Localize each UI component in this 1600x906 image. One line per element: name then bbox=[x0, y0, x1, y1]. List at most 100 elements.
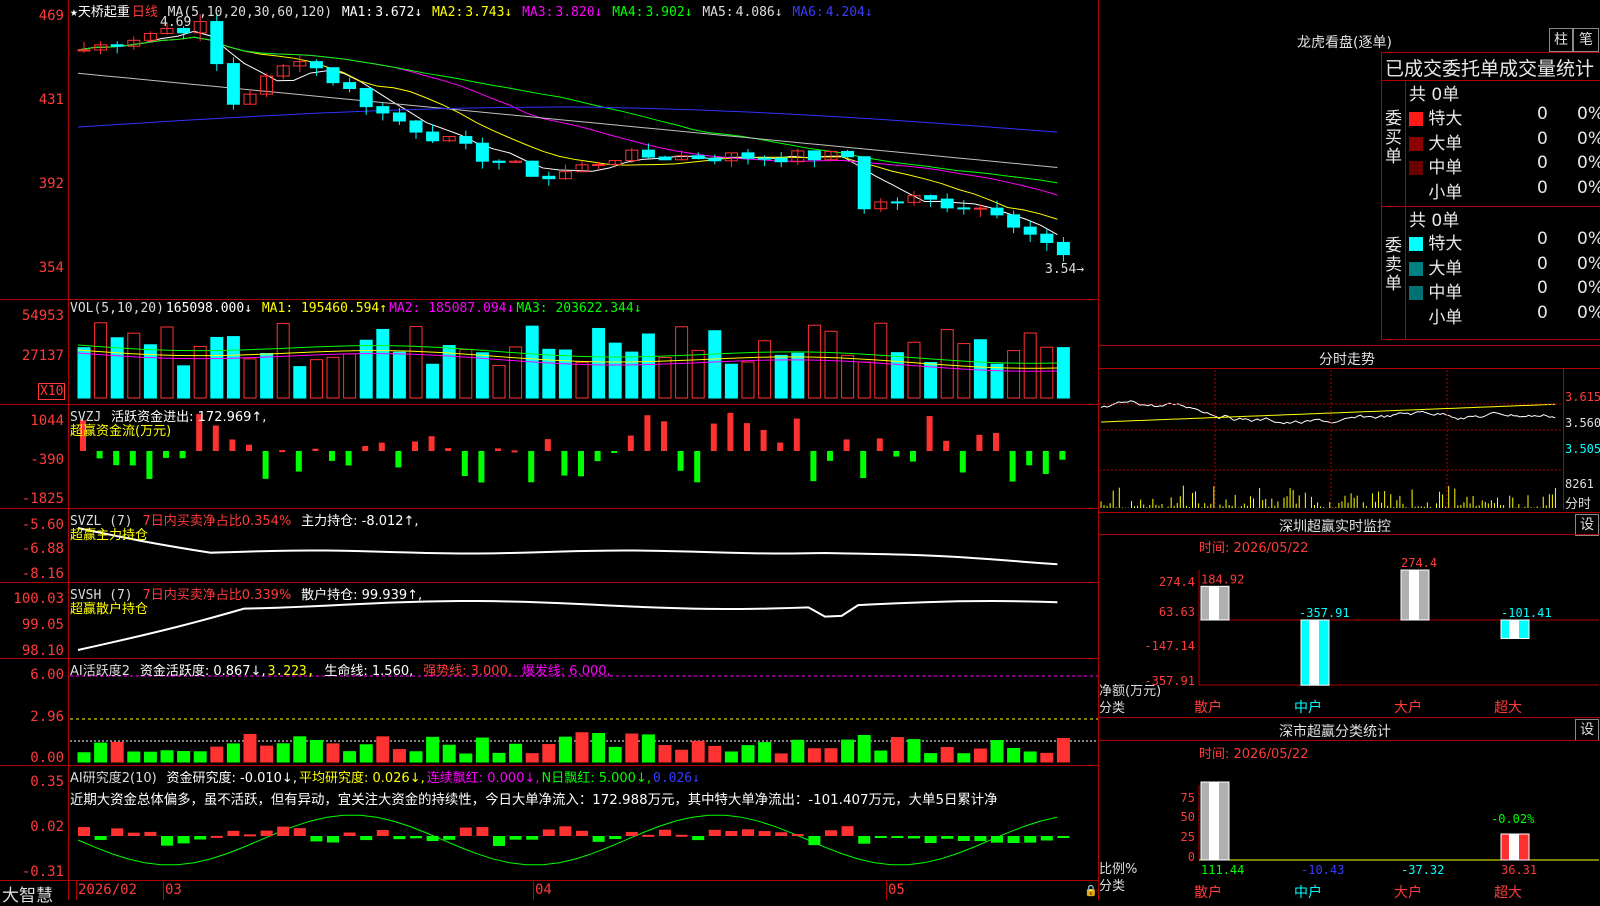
right-charts: 184.92 -357.91 274.4 -101.41 111.44 -10.43 -37… bbox=[1099, 370, 1599, 877]
activity-bar bbox=[260, 745, 274, 763]
activity-bar bbox=[376, 736, 390, 763]
fund-flow-bar bbox=[1009, 451, 1016, 482]
stock-name: ★天桥起重 bbox=[70, 5, 130, 20]
fund-flow-bar bbox=[279, 450, 286, 453]
volume-bar bbox=[592, 327, 606, 399]
research-bar bbox=[775, 832, 788, 836]
candle bbox=[741, 152, 755, 159]
volume-bar bbox=[558, 349, 572, 399]
volume-bar bbox=[143, 344, 157, 399]
candle bbox=[940, 198, 954, 209]
candle bbox=[110, 44, 124, 47]
candle bbox=[376, 106, 390, 114]
right-panel: 龙虎看盘(逐单) 柱 笔 已成交委托单成交量统计 委买单 共 0单 特大00% … bbox=[1099, 0, 1600, 901]
volume-bar bbox=[857, 361, 871, 399]
fund-flow-bar bbox=[760, 429, 767, 451]
candle bbox=[1040, 233, 1054, 243]
activity-bar bbox=[957, 753, 971, 763]
xaxis-label: 04 bbox=[535, 882, 552, 898]
candle bbox=[841, 150, 855, 158]
ytick: 100.03 bbox=[13, 591, 64, 607]
activity-bar bbox=[426, 736, 440, 763]
activity-bar bbox=[691, 740, 705, 763]
volume-bar bbox=[641, 333, 655, 399]
activity-bar bbox=[874, 750, 888, 763]
volume-bar bbox=[575, 361, 589, 399]
volume-bar bbox=[243, 358, 257, 399]
candle bbox=[359, 88, 373, 108]
fund-flow-bar bbox=[511, 450, 518, 453]
research-bar bbox=[874, 836, 887, 838]
research-bar bbox=[260, 830, 273, 836]
fund-flow-bar bbox=[943, 440, 950, 451]
research-bar bbox=[924, 836, 937, 844]
volume-bar bbox=[924, 361, 938, 399]
research-bar bbox=[78, 827, 90, 836]
svzl-sub: 超赢主力持仓 bbox=[70, 528, 149, 543]
activity-bar bbox=[724, 751, 738, 763]
research-bar bbox=[459, 827, 472, 836]
research-bar bbox=[808, 836, 821, 846]
fund-flow-bar bbox=[876, 438, 883, 451]
fund-flow-bar bbox=[627, 435, 634, 451]
classify-bar-highlight bbox=[1509, 834, 1519, 860]
research-bar bbox=[127, 832, 140, 836]
candle bbox=[309, 61, 323, 69]
research-bar bbox=[941, 836, 954, 839]
research-bar bbox=[642, 834, 655, 837]
fund-flow-bar bbox=[246, 444, 252, 451]
fund-flow-bar bbox=[661, 421, 667, 451]
fund-flow-bar bbox=[1059, 451, 1066, 460]
fund-flow-bar bbox=[295, 451, 302, 472]
fund-flow-bar bbox=[262, 451, 269, 479]
volume-bar bbox=[260, 353, 274, 399]
ytick: -8.16 bbox=[21, 566, 64, 582]
research-bar bbox=[343, 832, 356, 836]
main-chart-area[interactable]: ★天桥起重 日线 MA(5,10,20,30,60,120) MA1: 3.672↓… bbox=[0, 0, 1099, 906]
volume-bar bbox=[492, 364, 506, 399]
fund-flow-bar bbox=[843, 439, 850, 451]
fund-flow-bar bbox=[129, 451, 136, 466]
activity-bar bbox=[177, 751, 191, 763]
activity-bar bbox=[459, 753, 473, 763]
activity-bar bbox=[475, 737, 489, 763]
fund-flow-bar bbox=[578, 451, 584, 477]
classify-bar-value: 111.44 bbox=[1201, 863, 1244, 877]
activity-bar bbox=[1007, 747, 1021, 763]
research-bar bbox=[559, 826, 572, 836]
research-bar bbox=[244, 834, 256, 837]
activity-bar bbox=[293, 736, 307, 763]
research-bar bbox=[675, 834, 688, 837]
volume-bar bbox=[293, 366, 307, 399]
research-bar bbox=[277, 826, 290, 836]
activity-bar bbox=[326, 743, 340, 763]
candle bbox=[973, 207, 987, 210]
volume-bar bbox=[973, 339, 987, 399]
fund-flow-bar bbox=[1042, 451, 1049, 474]
classify-bar-value: -37.32 bbox=[1401, 863, 1444, 877]
fund-flow-bar bbox=[412, 441, 418, 451]
candle bbox=[807, 150, 821, 161]
ytick: 99.05 bbox=[21, 617, 64, 633]
classify-bar-value: 36.31 bbox=[1501, 863, 1537, 877]
chart-canvas[interactable] bbox=[0, 0, 1099, 900]
candle bbox=[774, 157, 788, 163]
volume-bar bbox=[608, 342, 622, 399]
volume-bar bbox=[741, 361, 755, 399]
activity-bar bbox=[226, 743, 240, 763]
fund-flow-bar bbox=[146, 451, 153, 479]
volume-bar bbox=[542, 348, 556, 399]
fund-flow-bar bbox=[495, 448, 501, 451]
fund-flow-bar bbox=[312, 448, 319, 451]
activity-bar bbox=[193, 751, 207, 763]
activity-bar bbox=[525, 753, 539, 763]
ytick: 0.35 bbox=[30, 774, 64, 790]
volume-bar bbox=[226, 336, 240, 399]
research-bar bbox=[891, 836, 904, 838]
classify-bar-value: -10.43 bbox=[1301, 863, 1344, 877]
lock-icon: 🔒 bbox=[1084, 884, 1098, 897]
research-bar bbox=[725, 830, 738, 836]
activity-bar bbox=[210, 746, 224, 763]
vol-unit-button[interactable]: X10 bbox=[38, 383, 66, 400]
intraday-avg-line bbox=[1100, 403, 1556, 423]
